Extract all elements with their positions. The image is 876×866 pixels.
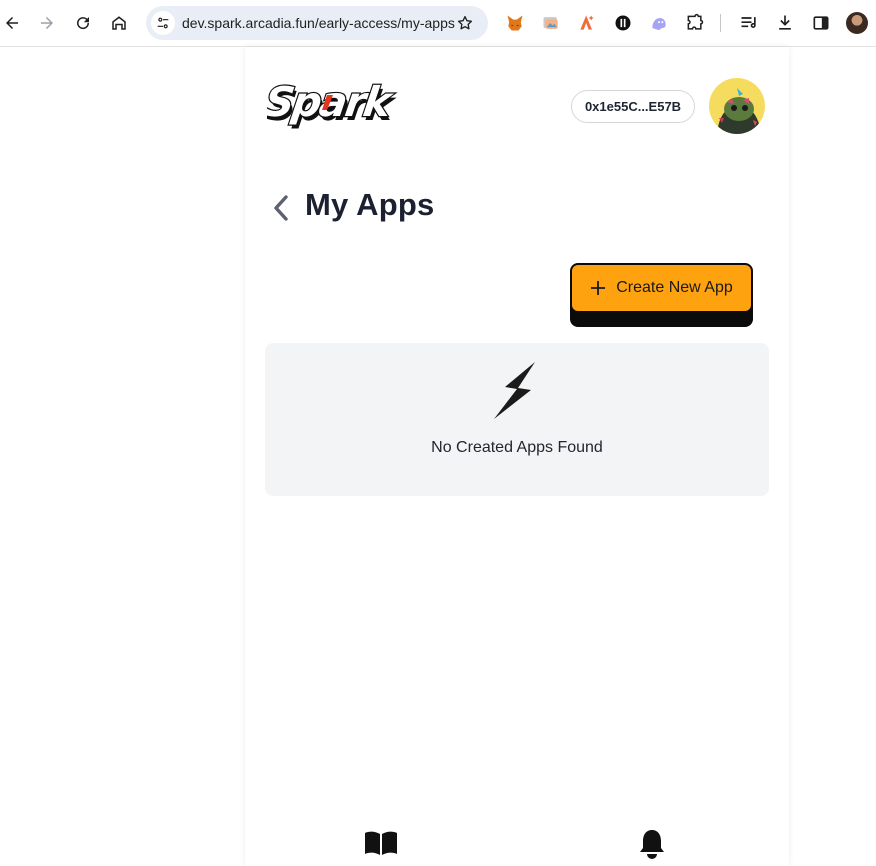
svg-text:Spark: Spark: [267, 78, 397, 126]
empty-state-card: No Created Apps Found: [265, 343, 769, 496]
chevron-left-icon[interactable]: [270, 194, 292, 222]
download-icon[interactable]: [774, 12, 796, 34]
home-icon[interactable]: [105, 9, 133, 37]
reload-icon[interactable]: [69, 9, 97, 37]
empty-state-text: No Created Apps Found: [431, 439, 603, 456]
profile-avatar[interactable]: [846, 12, 868, 34]
create-new-app-button-wrapper: Create New App: [570, 263, 753, 327]
bolt-extension-icon[interactable]: [576, 12, 598, 34]
book-icon[interactable]: [364, 830, 398, 856]
tune-icon[interactable]: [151, 11, 175, 35]
wallet-address-button[interactable]: 0x1e55C...E57B: [571, 90, 695, 123]
url-text[interactable]: dev.spark.arcadia.fun/early-access/my-ap…: [182, 6, 455, 40]
avatar[interactable]: [709, 78, 765, 134]
lightning-bolt-icon: [494, 362, 535, 419]
puzzle-icon[interactable]: [684, 12, 706, 34]
ghost-icon[interactable]: [648, 12, 670, 34]
address-bar[interactable]: dev.spark.arcadia.fun/early-access/my-ap…: [146, 6, 488, 40]
page-title: My Apps: [305, 187, 435, 222]
reading-list-icon[interactable]: [738, 12, 760, 34]
create-new-app-button[interactable]: Create New App: [570, 263, 753, 313]
plus-icon: [591, 281, 606, 295]
app-container: Spark Spark 0x1e55C...E57B My Apps Creat…: [245, 47, 789, 866]
forward-arrow-icon[interactable]: [33, 9, 61, 37]
create-button-label: Create New App: [616, 279, 733, 296]
bell-icon[interactable]: [638, 828, 666, 860]
hashflow-icon[interactable]: [612, 12, 634, 34]
image-extension-icon[interactable]: [540, 12, 562, 34]
toolbar-separator: [720, 14, 721, 32]
browser-toolbar: dev.spark.arcadia.fun/early-access/my-ap…: [0, 0, 876, 47]
back-arrow-icon[interactable]: [0, 9, 26, 37]
metamask-fox-icon[interactable]: [504, 12, 526, 34]
side-panel-icon[interactable]: [810, 12, 832, 34]
spark-logo[interactable]: Spark Spark: [267, 73, 399, 135]
star-icon[interactable]: [456, 14, 474, 32]
